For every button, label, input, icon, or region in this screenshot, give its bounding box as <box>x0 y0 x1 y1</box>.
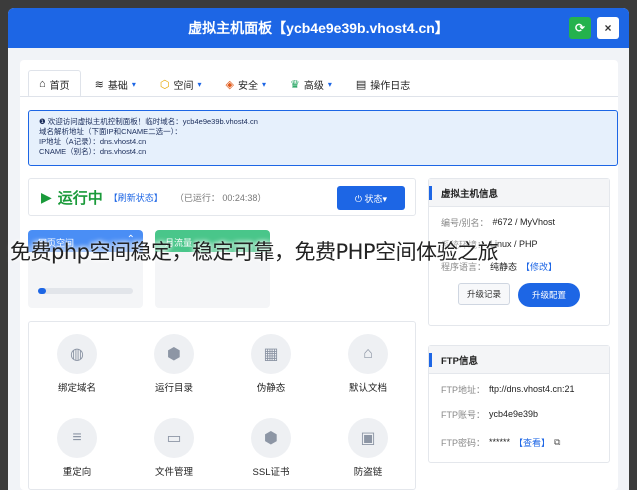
tile-bind-domain[interactable]: ◍ 绑定域名 <box>29 334 125 394</box>
tile-label: 运行目录 <box>154 383 193 394</box>
tile-label: 默认文档 <box>348 383 387 394</box>
host-card-buttons: 升级记录 升级配置 <box>429 283 609 307</box>
top-nav: ⌂ 首页 ≋ 基础 ▾ ⬡ 空间 ▾ ◈ 安全 ▾ ♛ 高级 ▾ ▤ 操作日志 <box>28 70 420 98</box>
nav-logs-label: 操作日志 <box>370 80 411 92</box>
run-status: ▶ 运行中 【刷新状态】 （已运行： 00:24:38） ⏻ 状态▾ <box>28 178 416 216</box>
upgrade-history-button[interactable]: 升级记录 <box>457 283 510 305</box>
host-id-label: 编号/别名： <box>441 217 489 228</box>
host-id-row: 编号/别名： #672 / MyVhost <box>429 211 609 233</box>
folder-shield-icon: ⬢ <box>154 334 194 374</box>
uptime-text: （已运行： 00:24:38） <box>174 192 267 203</box>
nav-security-label: 安全 <box>237 80 258 92</box>
tile-label: 绑定域名 <box>57 383 96 394</box>
copy-icon[interactable]: ⧉ <box>554 437 560 448</box>
notice-line: CNAME（别名）：dns.vhost4.cn <box>39 147 147 156</box>
tile-hotlink[interactable]: ▣ 防盗链 <box>320 418 416 478</box>
main-panel: ⌂ 首页 ≋ 基础 ▾ ⬡ 空间 ▾ ◈ 安全 ▾ ♛ 高级 ▾ ▤ 操作日志 … <box>20 60 618 490</box>
chevron-down-icon: ▾ <box>261 79 266 89</box>
notice-line: ❶ 欢迎访问虚拟主机控制面板！临时域名：ycb4e9e39b.vhost4.cn <box>39 117 258 126</box>
nav-advanced-label: 高级 <box>303 80 324 92</box>
nav-basic-label: 基础 <box>107 80 128 92</box>
host-id-value: #672 / MyVhost <box>492 217 556 227</box>
cube-icon: ⬡ <box>159 78 170 91</box>
host-info-title: 虚拟主机信息 <box>429 179 609 207</box>
nav-home-label: 首页 <box>49 80 70 92</box>
hotlink-icon: ▣ <box>348 418 388 458</box>
tile-ssl[interactable]: ⬢ SSL证书 <box>223 418 319 478</box>
welcome-notice: ❶ 欢迎访问虚拟主机控制面板！临时域名：ycb4e9e39b.vhost4.cn… <box>28 110 618 166</box>
sliders-icon: ≡ <box>57 418 97 458</box>
tile-redirect[interactable]: ≡ 重定向 <box>29 418 125 478</box>
ftp-user-label: FTP账号： <box>441 409 485 420</box>
nav-advanced[interactable]: ♛ 高级 ▾ <box>280 70 342 98</box>
shield-icon: ◈ <box>225 78 234 91</box>
notice-line: IP地址（A记录）：dns.vhost4.cn <box>39 137 147 146</box>
ftp-info-title: FTP信息 <box>429 346 609 374</box>
globe-icon: ◍ <box>57 334 97 374</box>
nav-logs[interactable]: ▤ 操作日志 <box>346 70 420 98</box>
space-usage-bar <box>38 288 133 294</box>
titlebar: 虚拟主机面板【ycb4e9e39b.vhost4.cn】 ⟳ × <box>8 8 629 48</box>
state-button[interactable]: ⏻ 状态▾ <box>337 186 405 210</box>
upgrade-config-button[interactable]: 升级配置 <box>518 283 581 307</box>
refresh-button[interactable]: ⟳ <box>569 17 591 39</box>
ftp-pass-value: ****** <box>489 437 511 447</box>
tile-rewrite[interactable]: ▦ 伪静态 <box>223 334 319 394</box>
chevron-down-icon: ▾ <box>131 79 136 89</box>
space-usage-fill <box>38 288 46 294</box>
play-icon: ▶ <box>41 188 52 205</box>
folder-icon: ▭ <box>154 418 194 458</box>
ftp-addr-label: FTP地址： <box>441 384 485 395</box>
tile-label: 伪静态 <box>256 383 286 394</box>
ftp-user-row: FTP账号： ycb4e9e39b <box>429 400 609 428</box>
tile-run-dir[interactable]: ⬢ 运行目录 <box>126 334 222 394</box>
ftp-info-card: FTP信息 FTP地址： ftp://dns.vhost4.cn:21 FTP账… <box>428 345 610 463</box>
crown-icon: ♛ <box>290 78 300 91</box>
nav-security[interactable]: ◈ 安全 ▾ <box>216 70 276 98</box>
tile-file-manager[interactable]: ▭ 文件管理 <box>126 418 222 478</box>
chevron-down-icon: ▾ <box>327 79 332 89</box>
ssl-shield-icon: ⬢ <box>251 418 291 458</box>
nav-basic[interactable]: ≋ 基础 ▾ <box>85 70 146 98</box>
nav-space-label: 空间 <box>173 80 194 92</box>
running-label: 运行中 <box>57 189 103 207</box>
tile-label: SSL证书 <box>252 467 290 478</box>
nav-space[interactable]: ⬡ 空间 ▾ <box>150 70 212 98</box>
layers-icon: ≋ <box>94 78 104 91</box>
tile-default-doc[interactable]: ⌂ 默认文档 <box>320 334 416 394</box>
window-title: 虚拟主机面板【ycb4e9e39b.vhost4.cn】 <box>188 20 449 36</box>
refresh-status-link[interactable]: 【刷新状态】 <box>109 191 163 204</box>
nav-home[interactable]: ⌂ 首页 <box>28 70 81 98</box>
tile-label: 防盗链 <box>353 467 383 478</box>
ftp-pass-label: FTP密码： <box>441 437 485 448</box>
tile-label: 重定向 <box>62 467 92 478</box>
chevron-down-icon: ▾ <box>197 79 202 89</box>
close-button[interactable]: × <box>597 17 619 39</box>
view-password-link[interactable]: 【查看】 <box>514 436 550 449</box>
tile-label: 文件管理 <box>154 467 193 478</box>
ftp-user-value: ycb4e9e39b <box>489 409 539 419</box>
home-icon: ⌂ <box>348 334 388 374</box>
home-icon: ⌂ <box>39 78 46 90</box>
ftp-addr-row: FTP地址： ftp://dns.vhost4.cn:21 <box>429 378 609 400</box>
ftp-pass-row: FTP密码： ****** 【查看】 ⧉ <box>429 428 609 456</box>
titlebar-buttons: ⟳ × <box>569 17 619 39</box>
ftp-addr-value: ftp://dns.vhost4.cn:21 <box>489 384 575 394</box>
notice-line: 域名解析地址（下面IP和CNAME二选一）： <box>39 127 182 136</box>
scroll-icon: ▦ <box>251 334 291 374</box>
log-icon: ▤ <box>355 78 367 91</box>
overlay-caption: 免费php空间稳定，稳定可靠，免费PHP空间体验之旅 <box>10 240 499 264</box>
function-grid: ◍ 绑定域名 ⬢ 运行目录 ▦ 伪静态 ⌂ 默认文档 ≡ 重定向 ▭ 文件管理 <box>28 321 416 490</box>
nav-divider <box>20 96 618 97</box>
